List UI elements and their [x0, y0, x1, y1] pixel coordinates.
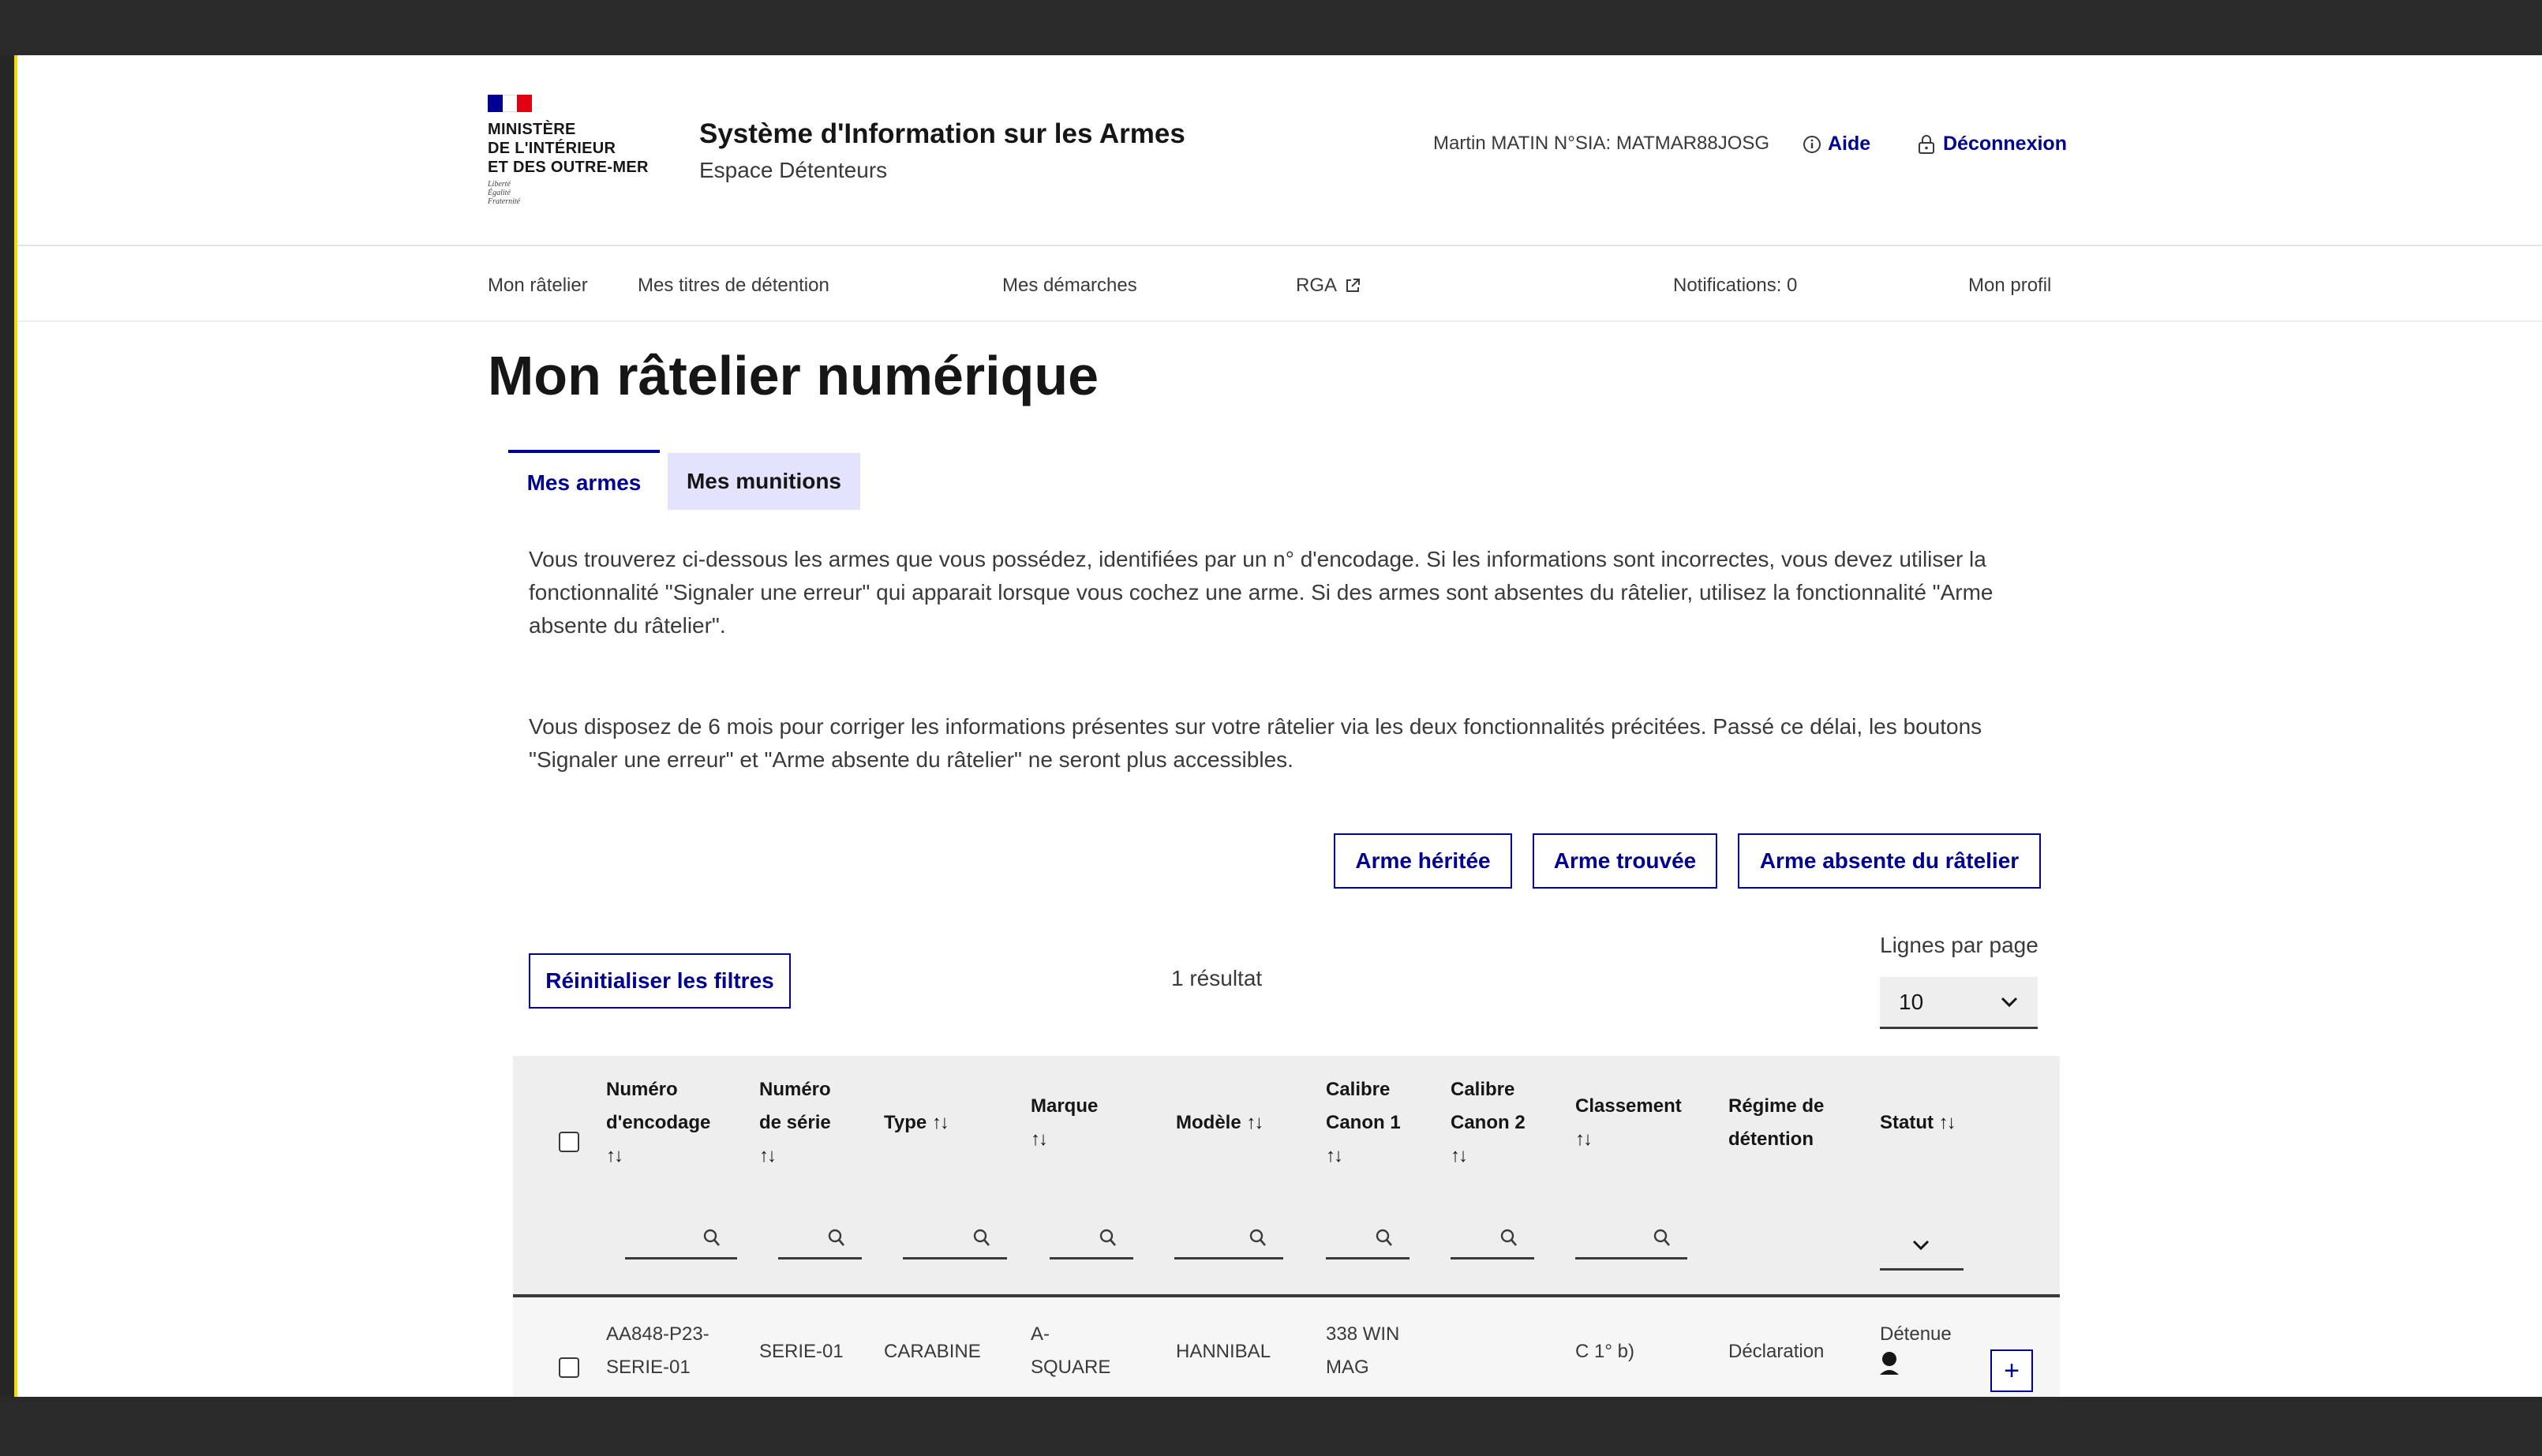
rows-per-page-label: Lignes par page — [1880, 933, 2038, 957]
search-icon — [973, 1229, 990, 1246]
rows-per-page-select[interactable]: 10 — [1880, 977, 2038, 1029]
sort-icon[interactable]: ↑↓ — [1939, 1106, 1956, 1140]
cell-marque: A- SQUARE — [1031, 1323, 1111, 1378]
col-header-numero-serie[interactable]: Numéro de série ↑↓ — [759, 1073, 831, 1173]
search-icon — [1653, 1229, 1670, 1246]
results-count: 1 résultat — [1171, 966, 1263, 990]
chevron-down-icon — [1912, 1240, 1930, 1251]
chevron-down-icon — [2001, 997, 2018, 1007]
reset-filters-button[interactable]: Réinitialiser les filtres — [529, 953, 791, 1009]
lock-icon — [1919, 134, 1934, 154]
filter-classement-input[interactable] — [1575, 1220, 1687, 1259]
row-checkbox[interactable] — [559, 1357, 579, 1378]
nav-item-rga[interactable]: RGA — [1296, 275, 1361, 297]
filter-encodage-input[interactable] — [625, 1220, 737, 1259]
col-header-classement[interactable]: Classement ↑↓ — [1575, 1090, 1682, 1156]
screen-top-bar — [0, 0, 2542, 55]
arme-absente-button[interactable]: Arme absente du râtelier — [1738, 833, 2041, 889]
sort-icon[interactable]: ↑↓ — [932, 1106, 949, 1140]
marianne-flag-icon — [488, 95, 533, 112]
system-title[interactable]: Système d'Information sur les Armes — [699, 118, 1185, 150]
search-icon — [1500, 1229, 1517, 1246]
help-link[interactable]: Aide — [1803, 133, 1870, 155]
sort-icon[interactable]: ↑↓ — [1575, 1123, 1682, 1156]
search-icon — [828, 1229, 844, 1246]
col-header-type[interactable]: Type ↑↓ — [884, 1056, 949, 1190]
sort-icon[interactable]: ↑↓ — [1031, 1123, 1098, 1156]
col-header-modele[interactable]: Modèle ↑↓ — [1176, 1056, 1264, 1190]
search-icon — [1376, 1229, 1392, 1246]
nav-item-notifications[interactable]: Notifications: 0 — [1673, 275, 1797, 297]
search-icon — [703, 1229, 720, 1246]
ministry-logo[interactable]: MINISTÈRE DE L'INTÉRIEUR ET DES OUTRE-ME… — [488, 120, 661, 177]
cell-type: CARABINE — [884, 1341, 981, 1362]
nav-item-mon-ratelier[interactable]: Mon râtelier — [488, 275, 588, 297]
weapons-table-header: Numéro d'encodage ↑↓ Numéro de série ↑↓ … — [513, 1056, 2060, 1297]
filter-calibre-2-input[interactable] — [1451, 1220, 1534, 1259]
person-icon — [1880, 1352, 1899, 1375]
col-header-encodage[interactable]: Numéro d'encodage ↑↓ — [606, 1073, 710, 1173]
cell-calibre-1: 338 WIN MAG — [1326, 1323, 1400, 1378]
screen-bottom-bar — [0, 1397, 2542, 1456]
sort-icon[interactable]: ↑↓ — [759, 1140, 831, 1173]
col-header-regime: Régime de détention — [1728, 1095, 1825, 1150]
nav-item-profil[interactable]: Mon profil — [1968, 275, 2051, 297]
info-icon — [1803, 135, 1821, 153]
filter-statut-select[interactable] — [1880, 1226, 1964, 1271]
col-header-marque[interactable]: Marque ↑↓ — [1031, 1090, 1098, 1156]
search-icon — [1099, 1229, 1116, 1246]
table-row[interactable]: AA848-P23- SERIE-01 SERIE-01 CARABINE A-… — [513, 1297, 2060, 1397]
tab-mes-munitions[interactable]: Mes munitions — [668, 453, 860, 510]
user-info: Martin MATIN N°SIA: MATMAR88JOSG — [1433, 133, 1770, 154]
main-navigation: Mon râtelier Mes titres de détention Mes… — [17, 245, 2542, 322]
filter-modele-input[interactable] — [1174, 1220, 1283, 1259]
expand-row-button[interactable]: + — [1990, 1349, 2033, 1392]
filter-type-input[interactable] — [903, 1220, 1007, 1259]
page-title: Mon râtelier numérique — [488, 345, 1099, 406]
arme-trouvee-button[interactable]: Arme trouvée — [1533, 833, 1717, 889]
cell-classement: C 1° b) — [1575, 1341, 1634, 1362]
arme-heritee-button[interactable]: Arme héritée — [1334, 833, 1512, 889]
select-all-checkbox[interactable] — [559, 1132, 579, 1152]
nav-item-titres-detention[interactable]: Mes titres de détention — [638, 275, 829, 297]
site-header: MINISTÈRE DE L'INTÉRIEUR ET DES OUTRE-ME… — [17, 55, 2542, 246]
logout-link[interactable]: Déconnexion — [1918, 133, 2067, 155]
cell-encodage: AA848-P23- SERIE-01 — [606, 1323, 709, 1378]
tab-mes-armes[interactable]: Mes armes — [508, 450, 660, 513]
intro-paragraph: Vous trouverez ci-dessous les armes que … — [529, 547, 1994, 638]
col-header-calibre-1[interactable]: Calibre Canon 1 ↑↓ — [1326, 1073, 1401, 1173]
deadline-paragraph: Vous disposez de 6 mois pour corriger le… — [529, 714, 1982, 772]
cell-regime: Déclaration — [1728, 1341, 1825, 1362]
republic-motto: Liberté Égalité Fraternité — [488, 180, 521, 206]
sort-icon[interactable]: ↑↓ — [1326, 1140, 1401, 1173]
system-subtitle: Espace Détenteurs — [699, 158, 888, 182]
filter-numero-serie-input[interactable] — [778, 1220, 862, 1259]
cell-statut: Détenue — [1880, 1318, 1952, 1386]
sort-icon[interactable]: ↑↓ — [606, 1140, 710, 1173]
filter-calibre-1-input[interactable] — [1326, 1220, 1410, 1259]
nav-item-demarches[interactable]: Mes démarches — [1002, 275, 1137, 297]
col-header-calibre-2[interactable]: Calibre Canon 2 ↑↓ — [1451, 1073, 1526, 1173]
filter-marque-input[interactable] — [1050, 1220, 1133, 1259]
sort-icon[interactable]: ↑↓ — [1451, 1140, 1526, 1173]
col-header-statut[interactable]: Statut ↑↓ — [1880, 1056, 1956, 1190]
sort-icon[interactable]: ↑↓ — [1246, 1106, 1264, 1140]
external-link-icon — [1346, 279, 1361, 292]
cell-numero-serie: SERIE-01 — [759, 1341, 844, 1362]
app-page: MINISTÈRE DE L'INTÉRIEUR ET DES OUTRE-ME… — [17, 55, 2542, 1397]
search-icon — [1249, 1229, 1266, 1246]
screen-left-edge — [0, 55, 17, 1397]
cell-modele: HANNIBAL — [1176, 1341, 1271, 1362]
